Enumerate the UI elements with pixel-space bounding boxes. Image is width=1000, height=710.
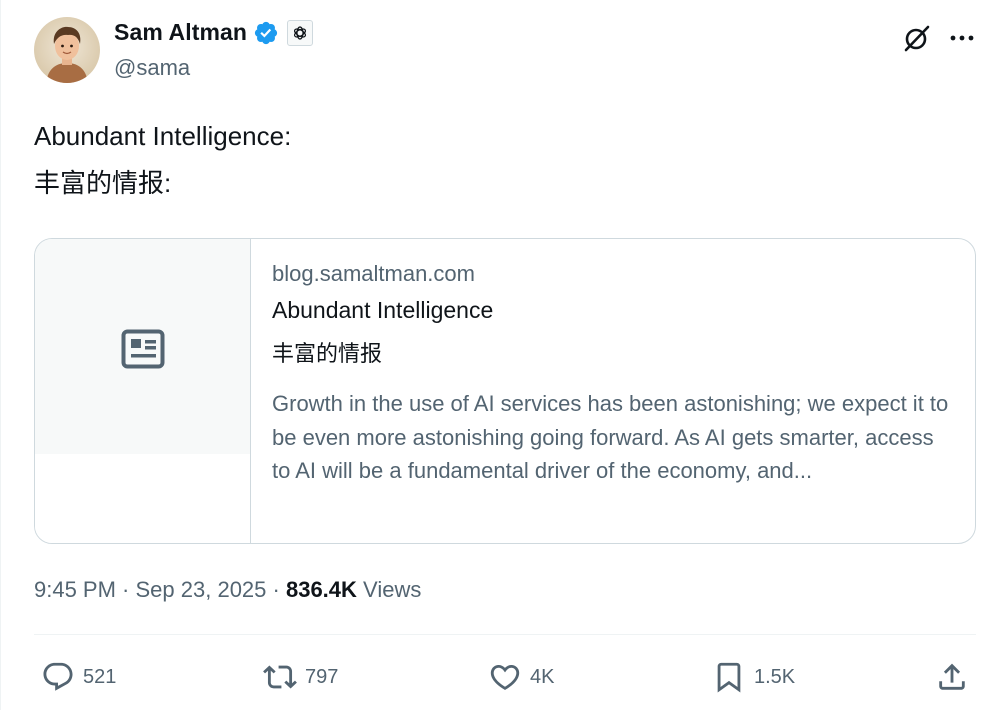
heart-icon — [490, 664, 520, 690]
retweet-button[interactable]: 797 — [263, 660, 338, 694]
tweet-container: Sam Altman @sama Abundant Intelligence: … — [0, 0, 1000, 710]
share-icon — [939, 663, 965, 690]
card-description: Growth in the use of AI services has bee… — [272, 391, 949, 483]
verified-badge-icon[interactable] — [253, 20, 279, 46]
tweet-time[interactable]: 9:45 PM — [34, 577, 116, 602]
card-thumbnail — [35, 239, 251, 454]
avatar[interactable] — [34, 17, 100, 83]
more-options-icon[interactable] — [946, 26, 978, 50]
meta-separator-2: · — [266, 577, 286, 602]
tweet-meta: 9:45 PM · Sep 23, 2025 · 836.4K Views — [34, 577, 421, 603]
retweet-icon — [263, 665, 297, 689]
meta-separator: · — [115, 577, 136, 602]
bookmark-count: 1.5K — [754, 665, 796, 688]
like-count: 4K — [530, 665, 555, 688]
tweet-text-line-2: 丰富的情报: — [34, 168, 172, 198]
article-icon — [121, 329, 165, 369]
author-name-row: Sam Altman — [114, 19, 314, 46]
card-subtitle: 丰富的情报 — [272, 341, 383, 366]
reply-button[interactable]: 521 — [41, 660, 116, 694]
reply-icon — [43, 662, 73, 691]
retweet-count: 797 — [305, 665, 339, 688]
card-domain: blog.samaltman.com — [272, 261, 475, 286]
card-title: Abundant Intelligence — [272, 297, 494, 323]
divider — [34, 634, 976, 635]
tweet-date[interactable]: Sep 23, 2025 — [136, 577, 267, 602]
views-label: Views — [363, 577, 422, 602]
tweet-text-line-1: Abundant Intelligence: — [34, 121, 292, 151]
card-thumbnail-spacer — [35, 454, 251, 543]
grok-icon[interactable] — [901, 22, 933, 54]
link-preview-card[interactable]: blog.samaltman.com Abundant Intelligence… — [34, 238, 976, 544]
author-handle[interactable]: @sama — [114, 55, 190, 81]
bookmark-icon — [717, 662, 741, 693]
views-count: 836.4K — [285, 577, 357, 602]
avatar-image — [34, 17, 100, 83]
card-body: blog.samaltman.com Abundant Intelligence… — [272, 259, 952, 488]
share-button[interactable] — [935, 660, 969, 694]
reply-count: 521 — [83, 665, 117, 688]
tweet-text: Abundant Intelligence: 丰富的情报: — [34, 113, 291, 207]
author-display-name[interactable]: Sam Altman — [114, 19, 247, 46]
openai-logo-icon[interactable] — [287, 19, 314, 46]
like-button[interactable]: 4K — [488, 660, 554, 694]
bookmark-button[interactable]: 1.5K — [712, 660, 795, 694]
